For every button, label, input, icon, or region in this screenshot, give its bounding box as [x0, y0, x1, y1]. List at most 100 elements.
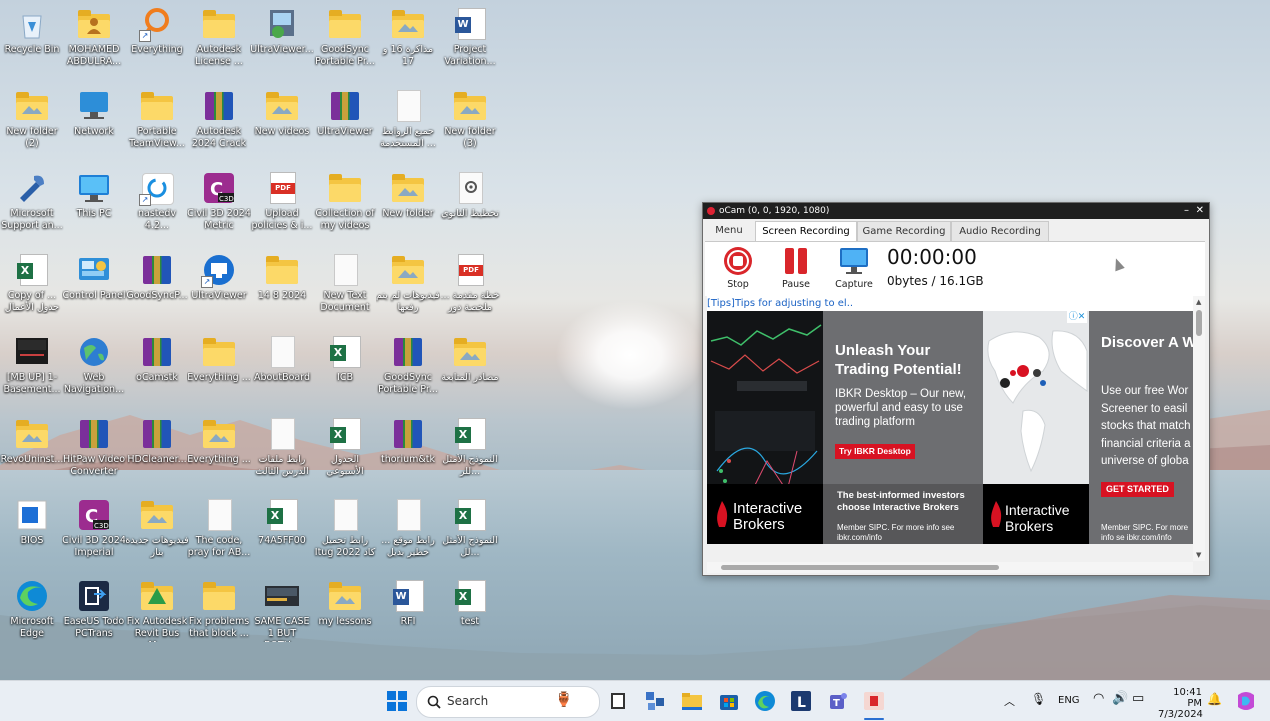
tab-screen-recording[interactable]: Screen Recording — [755, 221, 857, 242]
desktop-icon[interactable]: رابط ملفات الدرس الثالث — [250, 412, 314, 494]
app-l-icon[interactable]: L — [789, 689, 813, 713]
stop-button[interactable]: Stop — [715, 246, 761, 290]
volume-icon[interactable]: 🔊 — [1112, 691, 1128, 706]
desktop-icon[interactable]: RFI — [376, 574, 440, 656]
desktop-icon[interactable]: UltraViewer... — [250, 2, 314, 84]
ocam-taskbar-icon[interactable] — [862, 689, 886, 713]
desktop-icon[interactable]: ↗ Everything — [125, 2, 189, 84]
taskbar-search-box[interactable]: Search 🏺 — [416, 686, 600, 718]
copilot-icon[interactable] — [1234, 689, 1258, 713]
desktop-icon[interactable]: test — [438, 574, 502, 656]
desktop-icon[interactable]: Project Variation... — [438, 2, 502, 84]
desktop-icon[interactable]: 74A5FF00 — [250, 493, 314, 575]
desktop-icon[interactable]: Portable TeamView... — [125, 84, 189, 166]
desktop-icon[interactable]: الجدول الأسبوعي — [313, 412, 377, 494]
microsoft-store-icon[interactable] — [717, 689, 741, 713]
tips-link[interactable]: [Tips]Tips for adjusting to el.. — [707, 296, 1193, 311]
desktop-icon[interactable]: BIOS — [0, 493, 64, 575]
horizontal-scroll-thumb[interactable] — [721, 565, 999, 570]
desktop-icon[interactable]: النموذج الأمثل لل... — [438, 493, 502, 575]
desktop-icon[interactable]: UltraViewer — [313, 84, 377, 166]
desktop-icon[interactable]: خطة مقدمة ... ملخصة دور — [438, 248, 502, 330]
desktop-icon[interactable]: رابط تحميل Itug 2022 كاد — [313, 493, 377, 575]
desktop-icon[interactable]: رابط موقع ... خطير بديل — [376, 493, 440, 575]
tab-menu[interactable]: Menu — [707, 221, 751, 240]
desktop-icon[interactable]: Autodesk 2024 Crack — [187, 84, 251, 166]
desktop-icon[interactable]: The code, pray for AB... — [187, 493, 251, 575]
desktop-icon[interactable]: Everything ... — [187, 330, 251, 412]
file-explorer-icon[interactable] — [680, 689, 704, 713]
microphone-icon[interactable]: 🎙 — [1031, 692, 1046, 706]
ad-choices-icon[interactable]: ⓘ✕ — [1067, 311, 1087, 323]
battery-icon[interactable]: ▭ — [1132, 691, 1144, 706]
windows-start-icon[interactable] — [385, 689, 409, 713]
pause-button[interactable]: Pause — [773, 246, 819, 290]
network-app-icon[interactable] — [643, 689, 667, 713]
desktop-icon[interactable]: C C3D Civil 3D 2024 Metric — [187, 166, 251, 248]
teams-icon[interactable]: T — [826, 689, 850, 713]
desktop-icon[interactable]: فيديوهات لم يتم رفعها — [376, 248, 440, 330]
desktop-icon[interactable]: HDCleaner... — [125, 412, 189, 494]
desktop-icon[interactable]: RevoUninst... — [0, 412, 64, 494]
desktop-icon[interactable]: my lessons — [313, 574, 377, 656]
desktop-icon[interactable]: New folder (3) — [438, 84, 502, 166]
task-view-icon[interactable] — [606, 689, 630, 713]
desktop-icon[interactable]: ↗ nastedv 4.2... — [125, 166, 189, 248]
desktop-icon[interactable]: تخطيط الثانوي — [438, 166, 502, 248]
desktop-icon[interactable]: New folder (2) — [0, 84, 64, 166]
desktop-icon[interactable]: Control Panel — [62, 248, 126, 330]
tab-audio-recording[interactable]: Audio Recording — [951, 221, 1049, 241]
try-ibkr-desktop-button[interactable]: Try IBKR Desktop — [835, 444, 915, 459]
edge-icon[interactable] — [753, 689, 777, 713]
desktop-icon[interactable]: فيديوهات جديدة بنار — [125, 493, 189, 575]
desktop-icon[interactable]: Upload policies & i... — [250, 166, 314, 248]
desktop-icon[interactable]: New folder — [376, 166, 440, 248]
desktop-icon[interactable]: C C3D Civil 3D 2024 Imperial — [62, 493, 126, 575]
desktop-icon[interactable]: EaseUS Todo PCTrans — [62, 574, 126, 656]
vertical-scrollbar[interactable]: ▲ ▼ — [1193, 296, 1205, 561]
clock[interactable]: 10:41 PM 7/3/2024 — [1158, 687, 1203, 720]
desktop-icon[interactable]: AboutBoard — [250, 330, 314, 412]
desktop-icon[interactable]: oCamstk — [125, 330, 189, 412]
desktop-icon[interactable]: Collection of my videos — [313, 166, 377, 248]
desktop-icon[interactable]: [MB UP] 1-Basement... — [0, 330, 64, 412]
desktop-icon[interactable]: This PC — [62, 166, 126, 248]
desktop-icon[interactable]: New videos — [250, 84, 314, 166]
desktop-icon[interactable]: thorium&tk — [376, 412, 440, 494]
get-started-button[interactable]: GET STARTED — [1101, 482, 1174, 497]
capture-button[interactable]: Capture — [831, 246, 877, 290]
tab-game-recording[interactable]: Game Recording — [857, 221, 951, 241]
desktop-icon[interactable]: New Text Document — [313, 248, 377, 330]
language-indicator[interactable]: ENG — [1058, 695, 1080, 706]
desktop-icon[interactable]: النموذج الأمثل للر... — [438, 412, 502, 494]
desktop-icon[interactable]: Microsoft Support an... — [0, 166, 64, 248]
desktop-icon[interactable]: Web Navigation... — [62, 330, 126, 412]
close-icon[interactable]: ✕ — [1196, 203, 1204, 219]
desktop-icon[interactable]: GoodSync Portable Pr... — [376, 330, 440, 412]
desktop-icon[interactable]: GoodSync Portable Pr... — [313, 2, 377, 84]
desktop-icon[interactable]: GoodSyncP... — [125, 248, 189, 330]
vertical-scroll-thumb[interactable] — [1196, 310, 1202, 336]
minimize-icon[interactable]: – — [1184, 203, 1189, 219]
ocam-title-bar[interactable]: oCam (0, 0, 1920, 1080) – ✕ — [703, 203, 1209, 219]
desktop-icon[interactable]: ICB — [313, 330, 377, 412]
desktop-icon[interactable]: Microsoft Edge — [0, 574, 64, 656]
desktop-icon[interactable]: ↗ UltraViewer — [187, 248, 251, 330]
ad-banner[interactable]: Interactive Brokers Unleash Your Trading… — [707, 311, 1193, 544]
notification-icon[interactable]: 🔔 — [1207, 692, 1222, 706]
wifi-icon[interactable]: ◠ — [1093, 691, 1104, 706]
desktop-icon[interactable]: جميع الروابط المستخدمة ... — [376, 84, 440, 166]
desktop-icon[interactable]: MOHAMED ABDULRA... — [62, 2, 126, 84]
desktop-icon[interactable]: HitPaw Video Converter — [62, 412, 126, 494]
desktop-icon[interactable]: SAME CASE 1 BUT BOTH... — [250, 574, 314, 656]
desktop-icon[interactable]: مصادر المتابعة — [438, 330, 502, 412]
tray-overflow-icon[interactable]: ︿ — [1004, 693, 1015, 709]
desktop-icon[interactable]: Copy of ... جدول الأعمال — [0, 248, 64, 330]
desktop-icon[interactable]: مذاكرة 16 و 17 — [376, 2, 440, 84]
horizontal-scrollbar[interactable] — [707, 562, 1193, 573]
desktop-icon[interactable]: Network — [62, 84, 126, 166]
desktop-icon[interactable]: Autodesk License ... — [187, 2, 251, 84]
desktop-icon[interactable]: Fix problems that block ... — [187, 574, 251, 656]
desktop-icon[interactable]: Fix Autodesk Revit Bus M... — [125, 574, 189, 656]
desktop-icon[interactable]: Everything ... — [187, 412, 251, 494]
